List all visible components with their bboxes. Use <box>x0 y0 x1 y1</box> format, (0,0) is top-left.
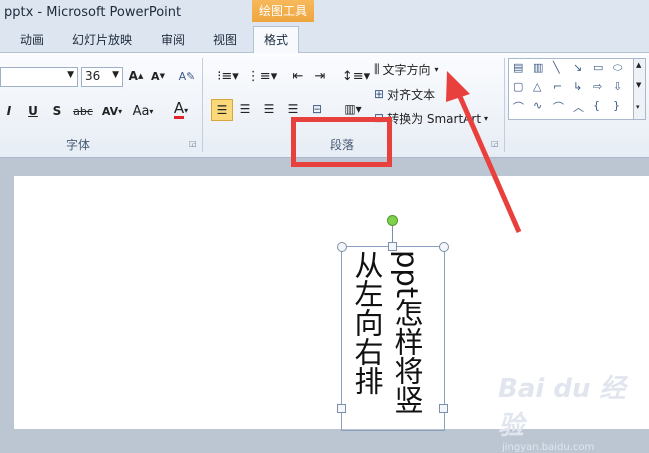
watermark-brand: Bai du 经验 <box>498 374 626 441</box>
watermark-url: jingyan.baidu.com <box>502 442 595 453</box>
annotation-arrow <box>446 71 522 233</box>
watermark: Bai du 经验 jingyan.baidu.com <box>498 368 649 453</box>
